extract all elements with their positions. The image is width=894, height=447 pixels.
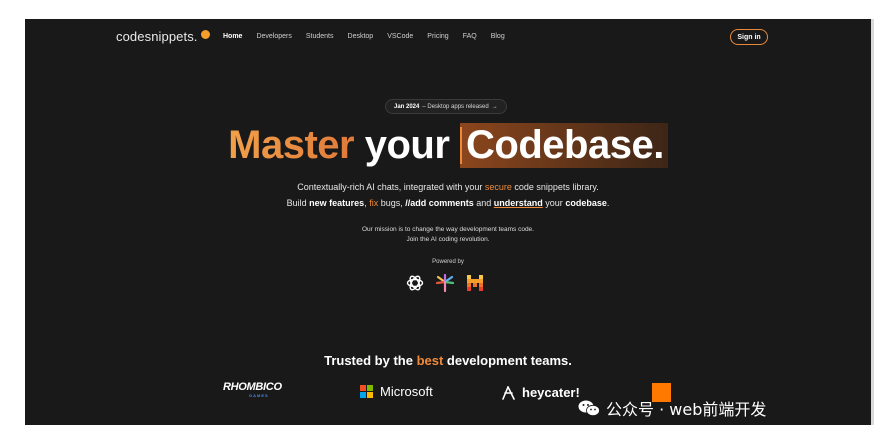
sub2-codebase: codebase: [565, 198, 607, 208]
powered-by-icons: [405, 273, 485, 293]
palm-icon: [435, 273, 455, 293]
sub2-text-c: bugs,: [378, 198, 406, 208]
sign-in-button[interactable]: Sign in: [730, 29, 768, 45]
sub2-new-features: new features: [309, 198, 365, 208]
trusted-best: best: [416, 353, 444, 368]
nav-link-developers[interactable]: Developers: [256, 33, 291, 40]
nav-link-students[interactable]: Students: [306, 33, 334, 40]
nav-link-pricing[interactable]: Pricing: [427, 33, 448, 40]
announcement-date: Jan 2024: [394, 103, 420, 110]
sub1-text-b: code snippets library.: [511, 182, 599, 192]
sub2-text-f: .: [606, 198, 610, 208]
nav-link-faq[interactable]: FAQ: [463, 33, 477, 40]
rhombico-sub: GAMES: [249, 393, 269, 398]
scrollbar[interactable]: [871, 19, 874, 425]
nav-link-home[interactable]: Home: [223, 33, 242, 40]
logo-badge-icon: [200, 30, 210, 39]
microsoft-icon: [360, 385, 373, 398]
hero-subtitle-1: Contextually-rich AI chats, integrated w…: [25, 182, 871, 192]
client-logo-rhombico: RHOMBICO GAMES: [223, 381, 282, 398]
trusted-text-a: Trusted by the: [324, 353, 417, 368]
rhombico-wordmark: RHOMBICO: [223, 381, 282, 393]
wechat-icon: [578, 400, 600, 417]
mission-line-1: Our mission is to change the way develop…: [362, 226, 534, 233]
client-logo-microsoft: Microsoft: [360, 384, 433, 399]
mission-statement: Our mission is to change the way develop…: [25, 225, 871, 245]
sub2-text-e: your: [542, 198, 566, 208]
sub2-text-a: Build: [286, 198, 310, 208]
watermark-text: 公众号 · web前端开发: [606, 400, 767, 419]
trusted-text-b: development teams.: [443, 353, 572, 368]
arrow-right-icon: →: [491, 103, 498, 110]
sub2-understand: understand: [493, 198, 543, 208]
sub1-secure: secure: [484, 182, 512, 192]
sub1-text-a: Contextually-rich AI chats, integrated w…: [297, 182, 485, 192]
browser-viewport: codesnippets. Home Developers Students D…: [25, 19, 871, 425]
headline-codebase: Codebase.: [460, 123, 668, 168]
top-nav: codesnippets. Home Developers Students D…: [25, 19, 871, 59]
headline-master: Master: [228, 123, 355, 167]
hero-subtitle-2: Build new features, fix bugs, //add comm…: [25, 198, 871, 208]
microsoft-wordmark: Microsoft: [380, 384, 433, 399]
logo-text: codesnippets.: [116, 29, 198, 44]
mission-line-2: Join the AI coding revolution.: [406, 236, 490, 243]
nav-link-desktop[interactable]: Desktop: [348, 33, 374, 40]
powered-by-label: Powered by: [432, 259, 464, 265]
heycater-icon: [502, 386, 515, 400]
site-logo[interactable]: codesnippets.: [116, 29, 210, 44]
wechat-watermark: 公众号 · web前端开发: [578, 396, 766, 420]
announcement-pill[interactable]: Jan 2024 – Desktop apps released →: [385, 99, 507, 114]
sub2-fix: fix: [369, 198, 379, 208]
mistral-icon: [465, 273, 485, 293]
hero-headline: Master your Codebase.: [25, 123, 871, 168]
nav-links: Home Developers Students Desktop VSCode …: [223, 33, 519, 40]
nav-link-blog[interactable]: Blog: [491, 33, 505, 40]
client-logo-heycater: heycater!: [500, 384, 580, 400]
headline-your: your: [364, 123, 450, 167]
openai-icon: [405, 273, 425, 293]
trusted-heading: Trusted by the best development teams.: [25, 353, 871, 368]
heycater-wordmark: heycater!: [522, 384, 580, 400]
nav-link-vscode[interactable]: VSCode: [387, 33, 413, 40]
announcement-text: – Desktop apps released: [422, 103, 489, 110]
sub2-text-d: and: [473, 198, 494, 208]
sub2-add-comments: //add comments: [405, 198, 474, 208]
